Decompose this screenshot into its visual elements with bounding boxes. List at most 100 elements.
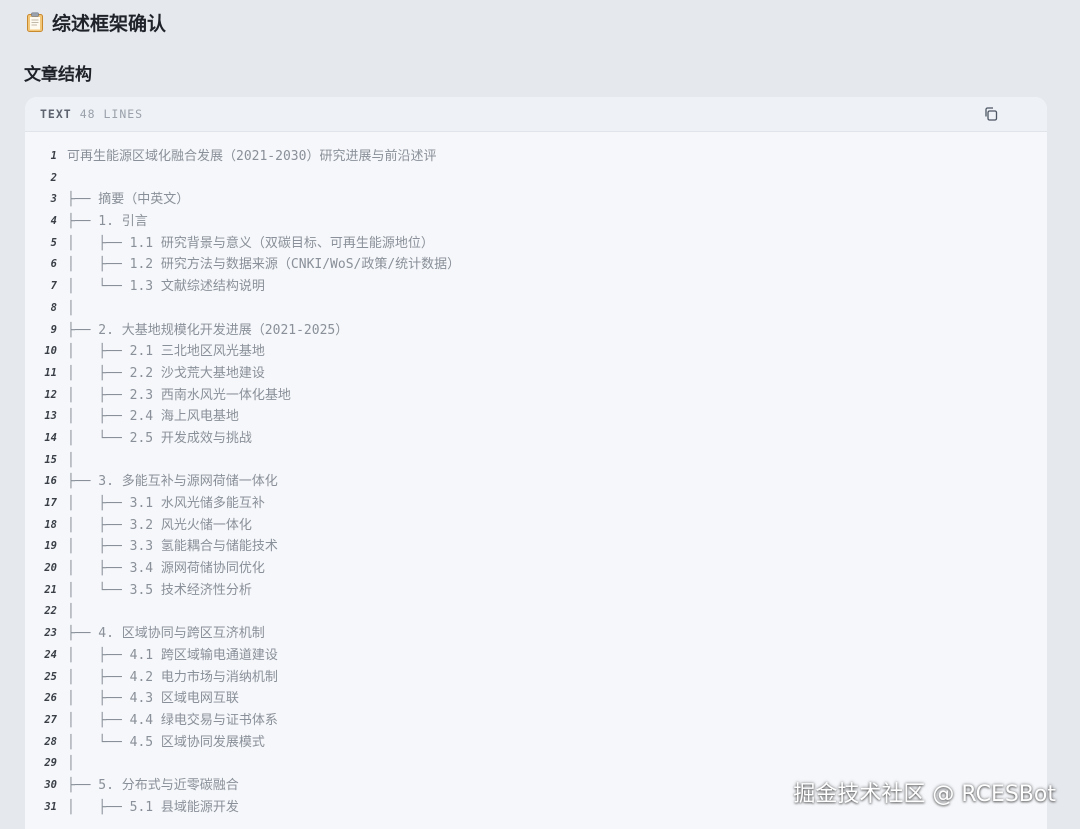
page-title: 综述框架确认	[52, 12, 167, 35]
code-line: 17 │ ├── 3.1 水风光储多能互补	[25, 493, 1047, 515]
code-line: 25 │ ├── 4.2 电力市场与消纳机制	[25, 667, 1047, 689]
code-line: 20 │ ├── 3.4 源网荷储协同优化	[25, 558, 1047, 580]
code-line: 13 │ ├── 2.4 海上风电基地	[25, 406, 1047, 428]
code-block: TEXT 48 LINES 1 可再生能源区域化融合发展（2021-2030）研究…	[25, 97, 1047, 829]
line-number: 17	[44, 497, 57, 509]
line-number: 13	[44, 410, 57, 423]
line-text: 可再生能源区域化融合发展（2021-2030）研究进展与前沿述评	[67, 149, 437, 164]
line-number: 31	[44, 800, 57, 813]
line-text: ├── 4. 区域协同与跨区互济机制	[67, 626, 265, 642]
line-text: │ └── 2.5 开发成效与挑战	[67, 430, 252, 446]
line-number: 9	[50, 323, 57, 336]
line-number: 6	[50, 258, 57, 271]
code-line: 2	[25, 168, 1047, 190]
line-text: │ ├── 1.1 研究背景与意义（双碳目标、可再生能源地位）	[67, 235, 434, 251]
line-number: 29	[44, 757, 57, 770]
code-line: 11 │ ├── 2.2 沙戈荒大基地建设	[25, 363, 1047, 385]
code-block-header: TEXT 48 LINES	[25, 97, 1047, 132]
line-text: │ ├── 2.2 沙戈荒大基地建设	[67, 365, 265, 381]
line-text: │ └── 1.3 文献综述结构说明	[67, 279, 265, 295]
code-line: 12 │ ├── 2.3 西南水风光一体化基地	[25, 385, 1047, 407]
line-number: 20	[44, 562, 57, 575]
line-text: │ └── 4.5 区域协同发展模式	[67, 734, 265, 750]
watermark: 掘金技术社区 @ RCESBot	[793, 782, 1056, 807]
section-title: 文章结构	[24, 65, 92, 85]
code-line: 27 │ ├── 4.4 绿电交易与证书体系	[25, 710, 1047, 732]
code-line: 9 ├── 2. 大基地规模化开发进展（2021-2025）	[25, 320, 1047, 342]
line-text: ├── 5. 分布式与近零碳融合	[67, 777, 239, 793]
line-text: │ ├── 3.1 水风光储多能互补	[67, 496, 265, 511]
code-line: 28 │ └── 4.5 区域协同发展模式	[25, 732, 1047, 754]
code-line: 22 │	[25, 601, 1047, 623]
line-text: │ ├── 3.2 风光火储一体化	[67, 517, 252, 533]
code-line: 6 │ ├── 1.2 研究方法与数据来源（CNKI/WoS/政策/统计数据）	[25, 254, 1047, 276]
code-line: 8 │	[25, 298, 1047, 320]
line-number: 14	[44, 431, 57, 444]
line-text: │ ├── 4.1 跨区域输电通道建设	[67, 647, 278, 663]
line-text: │ ├── 5.1 县域能源开发	[67, 799, 239, 815]
code-line: 29 │	[25, 753, 1047, 775]
line-number: 24	[44, 648, 57, 661]
code-lines: 1 可再生能源区域化融合发展（2021-2030）研究进展与前沿述评 2 3 ├── 摘…	[25, 132, 1047, 818]
line-text: │ ├── 3.4 源网荷储协同优化	[67, 561, 265, 577]
line-text: │	[67, 300, 75, 316]
line-number: 7	[50, 280, 57, 293]
line-number: 8	[50, 301, 57, 314]
line-text: ├── 3. 多能互补与源网荷储一体化	[67, 474, 278, 490]
code-line: 1 可再生能源区域化融合发展（2021-2030）研究进展与前沿述评	[25, 146, 1047, 168]
code-line: 24 │ ├── 4.1 跨区域输电通道建设	[25, 645, 1047, 667]
line-number: 11	[44, 366, 57, 379]
line-number: 30	[44, 778, 57, 791]
line-number: 10	[44, 345, 57, 358]
line-number: 5	[50, 236, 57, 249]
line-text: ├── 1. 引言	[67, 214, 148, 230]
code-line: 4 ├── 1. 引言	[25, 211, 1047, 233]
line-text: │ ├── 2.1 三北地区风光基地	[67, 344, 265, 360]
line-text: │ ├── 4.2 电力市场与消纳机制	[67, 669, 278, 685]
line-number: 18	[44, 518, 57, 531]
line-text: │ ├── 2.3 西南水风光一体化基地	[67, 387, 291, 403]
line-number: 21	[44, 583, 57, 596]
line-text: ├── 2. 大基地规模化开发进展（2021-2025）	[67, 322, 349, 338]
code-line: 3 ├── 摘要（中英文）	[25, 189, 1047, 211]
line-number: 2	[50, 171, 57, 184]
header: 综述框架确认	[26, 8, 166, 36]
line-text: │ ├── 2.4 海上风电基地	[67, 409, 239, 425]
code-line: 10 │ ├── 2.1 三北地区风光基地	[25, 341, 1047, 363]
line-number: 3	[50, 193, 57, 206]
line-text: │ ├── 4.3 区域电网互联	[67, 691, 239, 707]
line-number: 26	[44, 692, 57, 705]
line-number: 23	[44, 627, 57, 640]
clipboard-icon	[27, 12, 43, 32]
line-text: │	[67, 452, 75, 468]
line-text: │ ├── 3.3 氢能耦合与储能技术	[67, 539, 278, 555]
page: 综述框架确认 文章结构 TEXT 48 LINES 1 可再生能源区域化融合发展（…	[0, 0, 1080, 829]
line-number: 27	[44, 713, 57, 726]
line-text: │ ├── 4.4 绿电交易与证书体系	[67, 712, 278, 728]
code-line: 18 │ ├── 3.2 风光火储一体化	[25, 515, 1047, 537]
code-line: 26 │ ├── 4.3 区域电网互联	[25, 688, 1047, 710]
line-number: 12	[44, 388, 57, 401]
line-text: ├── 摘要（中英文）	[67, 192, 190, 208]
line-number: 19	[44, 540, 57, 553]
line-text: │	[67, 604, 75, 620]
code-line: 23 ├── 4. 区域协同与跨区互济机制	[25, 623, 1047, 645]
line-number: 15	[44, 453, 57, 466]
code-line: 7 │ └── 1.3 文献综述结构说明	[25, 276, 1047, 298]
line-text: │ └── 3.5 技术经济性分析	[67, 582, 252, 598]
line-number: 4	[50, 215, 57, 228]
line-text: │	[67, 756, 75, 772]
line-number: 22	[44, 605, 57, 618]
line-number: 28	[44, 735, 57, 748]
code-line: 16 ├── 3. 多能互补与源网荷储一体化	[25, 471, 1047, 493]
line-text: │ ├── 1.2 研究方法与数据来源（CNKI/WoS/政策/统计数据）	[67, 257, 461, 273]
line-number: 1	[50, 150, 57, 162]
copy-icon[interactable]	[983, 106, 999, 122]
code-line: 5 │ ├── 1.1 研究背景与意义（双碳目标、可再生能源地位）	[25, 233, 1047, 255]
code-language-label: TEXT	[40, 107, 72, 121]
code-line: 21 │ └── 3.5 技术经济性分析	[25, 580, 1047, 602]
code-line: 15 │	[25, 450, 1047, 472]
line-number: 25	[44, 670, 57, 683]
line-number: 16	[44, 475, 57, 488]
code-line-count: 48 LINES	[79, 107, 144, 121]
